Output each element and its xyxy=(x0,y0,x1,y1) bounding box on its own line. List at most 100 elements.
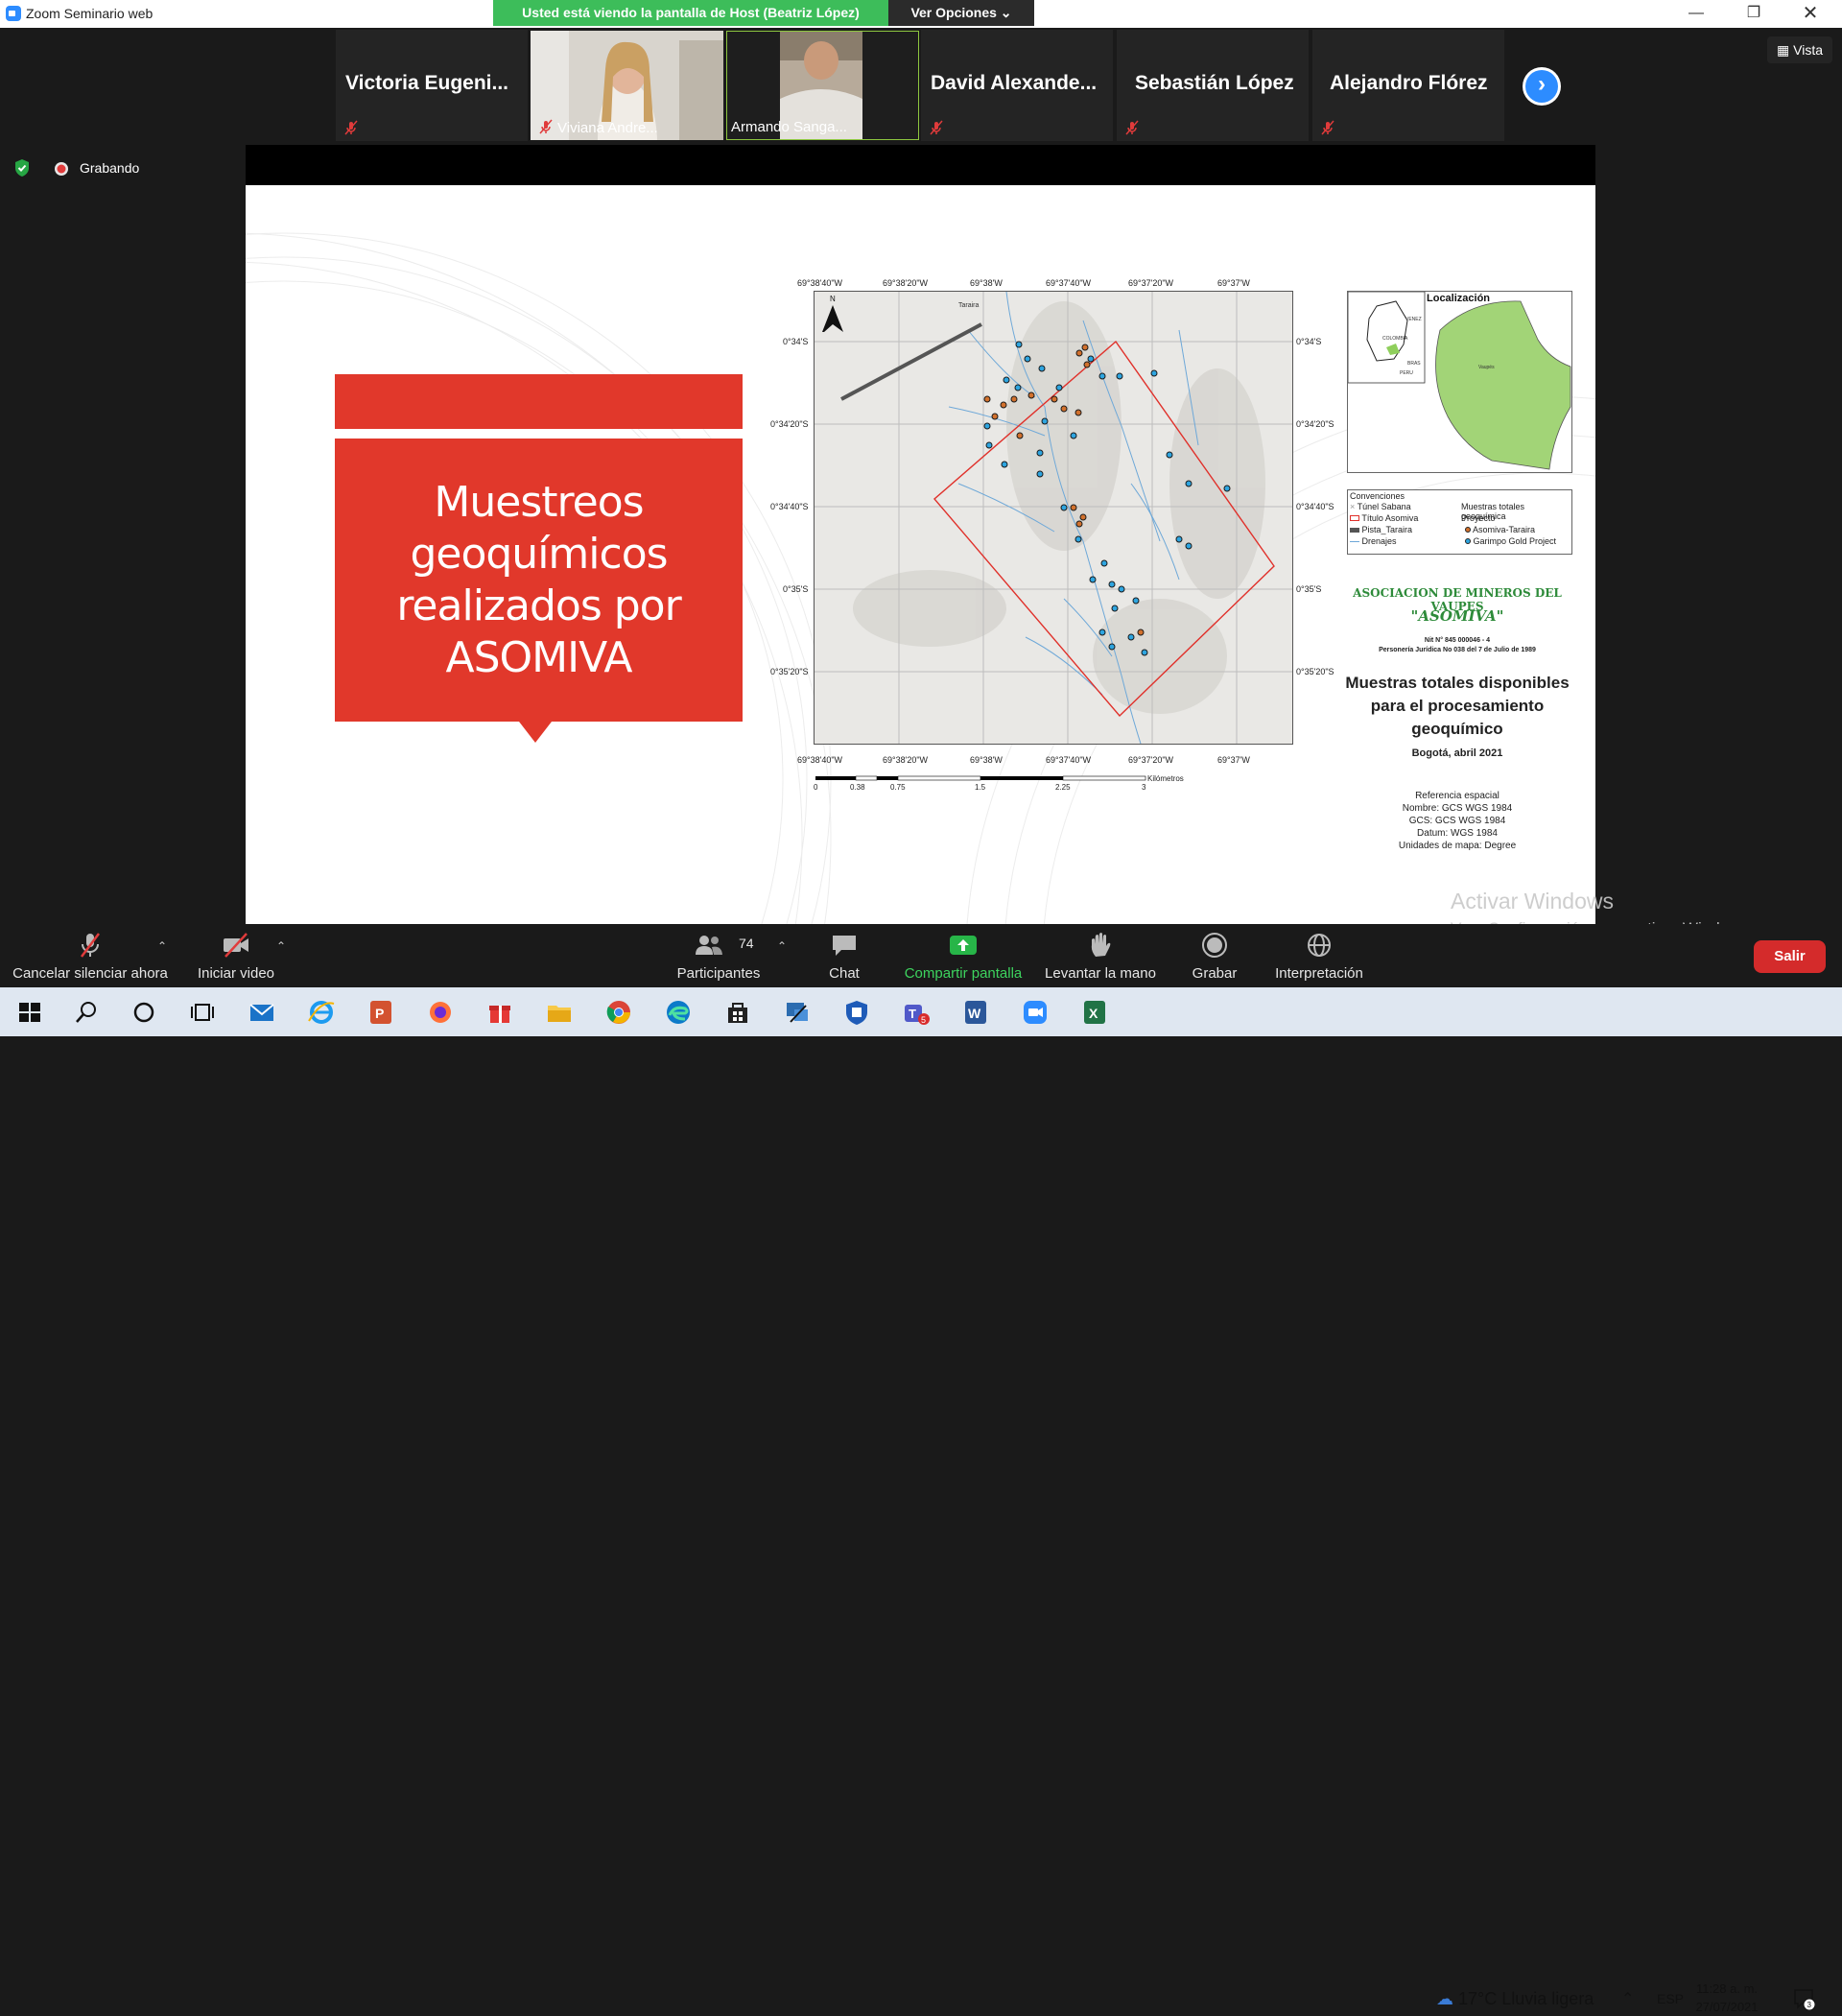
firefox-icon[interactable] xyxy=(426,998,455,1027)
network-app-icon[interactable] xyxy=(783,998,812,1027)
participant-tile[interactable]: David Alexande... xyxy=(921,30,1113,141)
right-coord-label: 0°34'40"S xyxy=(1296,502,1334,511)
video-options-caret-icon[interactable]: ⌃ xyxy=(276,939,286,953)
legend-item: Garimpo Gold Project xyxy=(1465,536,1556,546)
participant-name: Sebastián López xyxy=(1135,72,1294,94)
participant-tile[interactable]: Alejandro Flórez xyxy=(1312,30,1504,141)
map-title: Muestras totales disponibles para el pro… xyxy=(1345,674,1570,738)
participants-button[interactable]: 74 Participantes xyxy=(670,924,768,987)
interpretation-button[interactable]: Interpretación xyxy=(1268,924,1370,987)
slide-heading: Muestreos geoquímicos realizados por ASO… xyxy=(396,478,681,682)
chat-label: Chat xyxy=(829,965,860,982)
share-banner: Usted está viendo la pantalla de Host (B… xyxy=(493,0,888,26)
notification-center-icon[interactable]: 3 xyxy=(1792,1987,1815,2010)
nit-line: Nit N° 845 000046 - 4 xyxy=(1424,637,1491,644)
start-video-label: Iniciar video xyxy=(197,965,275,982)
shared-slide: Muestreos geoquímicos realizados por ASO… xyxy=(246,185,1595,924)
participant-video-tile-active[interactable]: Armando Sanga... xyxy=(726,31,919,140)
reference-line: Datum: WGS 1984 xyxy=(1417,828,1498,839)
org-name: "ASOMIVA" xyxy=(1410,607,1504,625)
top-coord-label: 69°38'W xyxy=(970,278,1003,288)
windows-taskbar: P T5 W X ☁ 17°C Lluvia ligera ⌃ ESP 11:2… xyxy=(0,987,1842,2014)
share-screen-button[interactable]: Compartir pantalla xyxy=(898,924,1028,987)
search-icon[interactable] xyxy=(72,998,101,1027)
bottom-coord-label: 69°37'W xyxy=(1217,755,1250,765)
chat-icon xyxy=(833,936,856,956)
legend-item: Drenajes xyxy=(1350,536,1397,546)
powerpoint-icon[interactable]: P xyxy=(366,998,395,1027)
share-screen-label: Compartir pantalla xyxy=(904,965,1023,982)
restore-icon[interactable]: ❐ xyxy=(1735,3,1773,24)
svg-text:P: P xyxy=(375,1006,384,1021)
share-screen-icon xyxy=(950,936,977,955)
mic-muted-icon xyxy=(344,120,358,135)
view-label: Vista xyxy=(1793,42,1823,58)
audio-options-caret-icon[interactable]: ⌃ xyxy=(157,939,167,953)
participant-name: Alejandro Flórez xyxy=(1330,72,1488,94)
task-view-icon[interactable] xyxy=(187,998,216,1027)
next-page-button[interactable]: › xyxy=(1523,67,1561,106)
input-language[interactable]: ESP xyxy=(1657,1991,1684,2006)
tray-expand-icon[interactable]: ⌃ xyxy=(1621,1989,1634,2008)
close-icon[interactable]: ✕ xyxy=(1791,3,1830,24)
excel-icon[interactable]: X xyxy=(1080,998,1109,1027)
mail-icon[interactable] xyxy=(248,998,276,1027)
file-explorer-icon[interactable] xyxy=(545,998,574,1027)
clock-time: 11:28 a. m. xyxy=(1695,1981,1759,1996)
view-button[interactable]: ▦ Vista xyxy=(1767,36,1832,63)
bottom-coord-label: 69°37'20"W xyxy=(1128,755,1174,765)
grid-icon: ▦ xyxy=(1777,42,1790,58)
weather-widget[interactable]: ☁ 17°C Lluvia ligera xyxy=(1436,1989,1594,2009)
bottom-coord-label: 69°37'40"W xyxy=(1046,755,1092,765)
inset-title: Localización xyxy=(1427,293,1490,304)
map-date: Bogotá, abril 2021 xyxy=(1411,747,1503,759)
defender-icon[interactable] xyxy=(842,998,871,1027)
video-off-icon xyxy=(224,933,248,958)
title-box-pointer xyxy=(519,722,552,743)
cortana-icon[interactable] xyxy=(130,998,158,1027)
recording-label: Grabando xyxy=(80,160,140,176)
scale-tick: 0.75 xyxy=(890,783,906,792)
top-coord-label: 69°37'40"W xyxy=(1046,278,1092,288)
record-icon xyxy=(1202,933,1227,958)
reference-line: Nombre: GCS WGS 1984 xyxy=(1402,803,1513,814)
minimize-icon[interactable]: — xyxy=(1677,3,1715,24)
participant-video-tile[interactable]: Viviana Andre... xyxy=(531,31,723,140)
participant-tile[interactable]: Victoria Eugeni... xyxy=(336,30,528,141)
start-icon[interactable] xyxy=(15,998,44,1027)
view-options-button[interactable]: Ver Opciones ⌄ xyxy=(888,0,1034,26)
location-inset-map: Localización VENEZ COLOMBIA BRAS Vaupés … xyxy=(1347,291,1572,473)
teams-icon[interactable]: T5 xyxy=(902,998,931,1027)
word-icon[interactable]: W xyxy=(961,998,990,1027)
legend-item: Título Asomiva xyxy=(1350,513,1418,523)
start-video-button[interactable]: Iniciar video xyxy=(188,924,284,987)
geochemical-map: Taraira N xyxy=(814,291,1293,745)
chat-button[interactable]: Chat xyxy=(811,924,878,987)
windows-activation-watermark: Activar Windows xyxy=(1451,889,1614,913)
unmute-button[interactable]: Cancelar silenciar ahora xyxy=(6,924,175,987)
clock[interactable]: 11:28 a. m. 27/07/2021 xyxy=(1693,1980,1760,2016)
record-label: Grabar xyxy=(1192,965,1238,982)
scale-tick: 2.25 xyxy=(1055,783,1071,792)
participants-caret-icon[interactable]: ⌃ xyxy=(777,939,787,953)
notification-count: 3 xyxy=(1807,2001,1812,2009)
zoom-icon[interactable] xyxy=(1021,998,1050,1027)
participants-count: 74 xyxy=(739,936,754,951)
svg-text:X: X xyxy=(1089,1006,1098,1021)
map-legend: Convenciones × Túnel Sabana Título Asomi… xyxy=(1347,489,1572,555)
interpretation-label: Interpretación xyxy=(1275,965,1363,982)
internet-explorer-icon[interactable] xyxy=(307,998,336,1027)
leave-button[interactable]: Salir xyxy=(1754,940,1826,973)
record-button[interactable]: Grabar xyxy=(1181,924,1248,987)
chevron-right-icon: › xyxy=(1538,71,1546,97)
participant-tile[interactable]: Sebastián López xyxy=(1117,30,1309,141)
raise-hand-button[interactable]: Levantar la mano xyxy=(1042,924,1159,987)
store-icon[interactable] xyxy=(723,998,752,1027)
edge-icon[interactable] xyxy=(664,998,693,1027)
unmute-label: Cancelar silenciar ahora xyxy=(12,965,168,982)
chrome-icon[interactable] xyxy=(604,998,633,1027)
scale-unit: Kilómetros xyxy=(1147,774,1184,783)
top-coord-label: 69°38'40"W xyxy=(797,278,843,288)
gift-icon[interactable] xyxy=(485,998,514,1027)
mic-muted-icon xyxy=(1321,120,1334,135)
